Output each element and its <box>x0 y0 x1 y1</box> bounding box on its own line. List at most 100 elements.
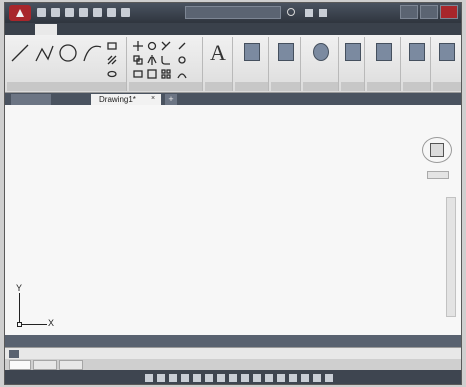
layout1-tab[interactable] <box>33 360 57 370</box>
new-icon[interactable] <box>37 8 46 17</box>
isolate-objects-icon[interactable] <box>289 374 297 382</box>
offset-icon[interactable] <box>177 69 187 79</box>
status-bar <box>5 370 461 384</box>
trim-icon[interactable] <box>161 41 171 51</box>
lineweight-icon[interactable] <box>217 374 225 382</box>
draw-panel-title[interactable] <box>7 82 126 91</box>
ribbon-tab[interactable] <box>83 24 105 35</box>
annotation-visibility-icon[interactable] <box>265 374 273 382</box>
copy-icon[interactable] <box>133 55 143 65</box>
quick-access-toolbar <box>37 8 130 17</box>
viewcube[interactable] <box>420 135 454 165</box>
new-tab-button[interactable]: + <box>165 94 177 105</box>
match-properties-icon[interactable] <box>313 43 329 61</box>
rectangle-icon[interactable] <box>107 41 117 51</box>
ellipse-icon[interactable] <box>107 69 117 79</box>
groups-panel-title[interactable] <box>341 82 364 91</box>
erase-icon[interactable] <box>177 41 187 51</box>
undo-icon[interactable] <box>93 8 102 17</box>
save-icon[interactable] <box>65 8 74 17</box>
rotate-icon[interactable] <box>147 41 157 51</box>
customization-icon[interactable] <box>325 374 333 382</box>
paste-icon[interactable] <box>409 43 425 61</box>
otrack-icon[interactable] <box>205 374 213 382</box>
stretch-icon[interactable] <box>133 69 143 79</box>
utilities-panel-title[interactable] <box>367 82 400 91</box>
draw-panel <box>7 37 127 91</box>
view-panel-title[interactable] <box>433 82 461 91</box>
ribbon-tab[interactable] <box>35 24 57 35</box>
viewcube-face[interactable] <box>430 143 444 157</box>
layout2-tab[interactable] <box>59 360 83 370</box>
workspace-icon[interactable] <box>277 374 285 382</box>
explode-icon[interactable] <box>177 55 187 65</box>
ribbon-tab[interactable] <box>251 24 273 35</box>
block-panel-title[interactable] <box>271 82 300 91</box>
command-prompt-icon[interactable] <box>9 350 19 358</box>
polar-icon[interactable] <box>181 374 189 382</box>
line-tool-icon[interactable] <box>9 41 31 69</box>
minimize-button[interactable] <box>400 5 418 19</box>
measure-icon[interactable] <box>376 43 392 61</box>
annotation-panel-title[interactable] <box>205 82 232 91</box>
grid-icon[interactable] <box>145 374 153 382</box>
mirror-icon[interactable] <box>147 55 157 65</box>
utilities-panel <box>367 37 401 91</box>
ribbon-tab[interactable] <box>155 24 177 35</box>
base-view-icon[interactable] <box>439 43 455 61</box>
annotation-scale-icon[interactable] <box>253 374 261 382</box>
hatch-icon[interactable] <box>107 55 117 65</box>
exchange-icon[interactable] <box>319 9 327 17</box>
window-title <box>123 7 179 18</box>
application-menu-button[interactable] <box>9 5 31 21</box>
clean-screen-icon[interactable] <box>313 374 321 382</box>
start-tab[interactable] <box>11 94 51 105</box>
properties-panel <box>303 37 339 91</box>
properties-panel-title[interactable] <box>303 82 338 91</box>
ribbon-tab[interactable] <box>227 24 249 35</box>
hardware-acceleration-icon[interactable] <box>301 374 309 382</box>
modify-panel-title[interactable] <box>129 82 202 91</box>
layers-panel-title[interactable] <box>235 82 268 91</box>
move-icon[interactable] <box>133 41 143 51</box>
model-tab[interactable] <box>9 360 31 370</box>
arc-tool-icon[interactable] <box>81 41 103 69</box>
ribbon-tab[interactable] <box>107 24 129 35</box>
transparency-icon[interactable] <box>229 374 237 382</box>
fillet-icon[interactable] <box>161 55 171 65</box>
navigation-bar[interactable] <box>446 197 456 317</box>
array-icon[interactable] <box>161 69 171 79</box>
drawing-area[interactable]: Y X <box>5 105 461 335</box>
osnap-icon[interactable] <box>193 374 201 382</box>
group-icon[interactable] <box>345 43 361 61</box>
ortho-icon[interactable] <box>169 374 177 382</box>
layer-properties-icon[interactable] <box>244 43 260 61</box>
sign-in-icon[interactable] <box>305 9 313 17</box>
wcs-menu[interactable] <box>427 171 449 179</box>
close-button[interactable] <box>440 5 458 19</box>
ucs-x-axis <box>19 324 47 325</box>
clipboard-panel-title[interactable] <box>403 82 430 91</box>
command-line[interactable] <box>5 347 461 359</box>
status-toggles <box>145 374 333 382</box>
scale-icon[interactable] <box>147 69 157 79</box>
snap-icon[interactable] <box>157 374 165 382</box>
ribbon-tab[interactable] <box>179 24 201 35</box>
ribbon-tab[interactable] <box>59 24 81 35</box>
ribbon: A <box>5 35 461 93</box>
insert-block-icon[interactable] <box>278 43 294 61</box>
circle-tool-icon[interactable] <box>57 41 79 69</box>
search-input[interactable] <box>185 6 281 19</box>
close-tab-icon[interactable]: × <box>151 95 157 102</box>
text-tool-icon[interactable]: A <box>210 40 226 66</box>
save-as-icon[interactable] <box>79 8 88 17</box>
ribbon-tab[interactable] <box>131 24 153 35</box>
maximize-button[interactable] <box>420 5 438 19</box>
viewport-controls[interactable] <box>9 110 69 119</box>
selection-cycling-icon[interactable] <box>241 374 249 382</box>
open-icon[interactable] <box>51 8 60 17</box>
ribbon-tab[interactable] <box>203 24 225 35</box>
redo-icon[interactable] <box>107 8 116 17</box>
search-icon[interactable] <box>287 8 295 16</box>
polyline-tool-icon[interactable] <box>33 41 55 69</box>
